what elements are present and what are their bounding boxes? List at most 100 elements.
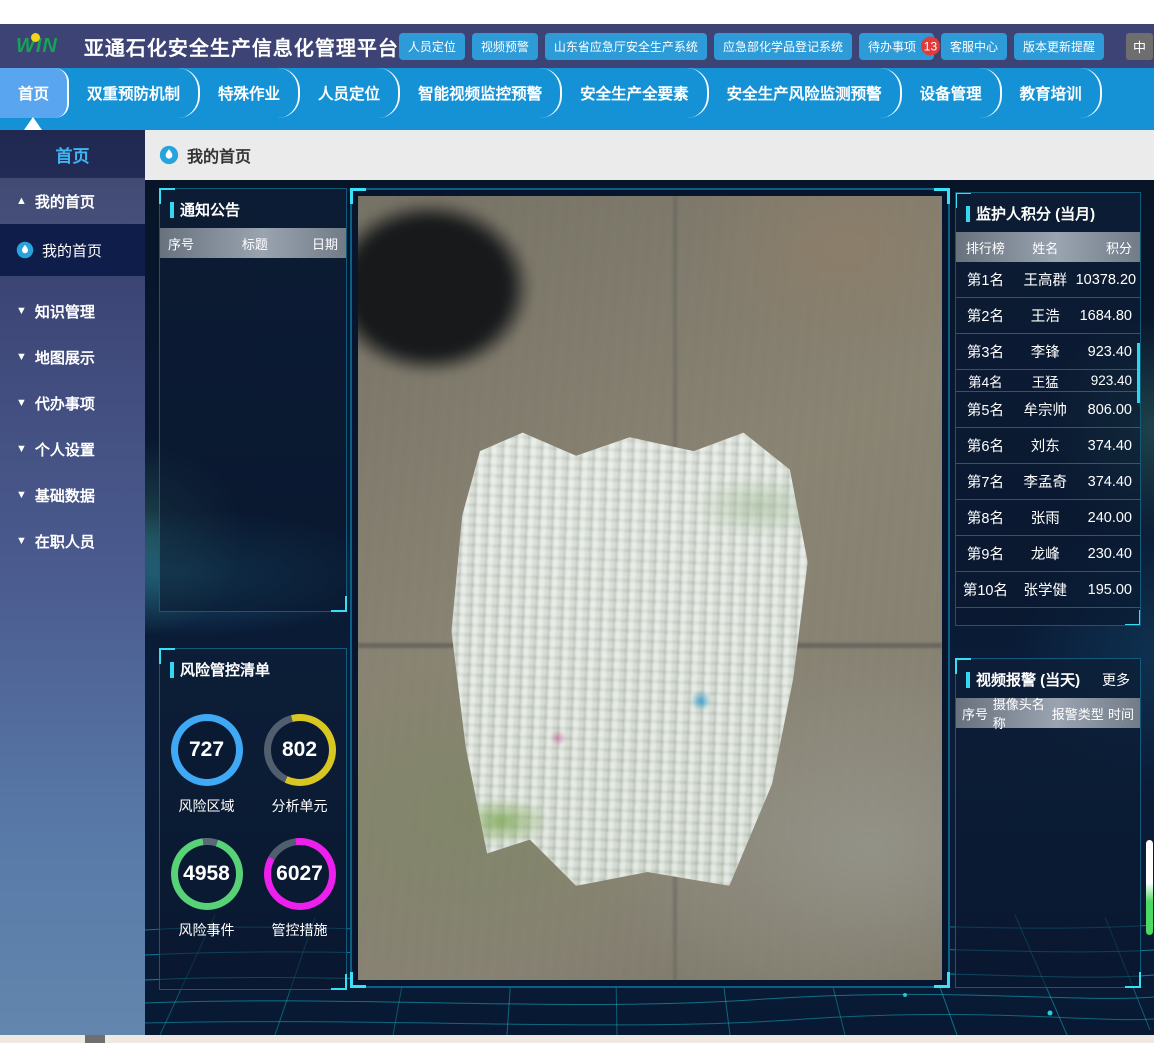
video-alert-button[interactable]: 视频预警 bbox=[472, 33, 538, 60]
risk-control-panel: 风险管控清单 727 风险区域 802 分析单元 4958 bbox=[159, 648, 347, 990]
column-header: 标题 bbox=[212, 234, 298, 253]
stat-risk-events: 4958 风险事件 bbox=[160, 838, 253, 940]
stat-ring: 4958 bbox=[171, 838, 243, 910]
collapse-arrow-icon: ▲ bbox=[16, 195, 27, 207]
rank-cell: 第8名 bbox=[956, 507, 1015, 528]
sidebar-item-map-display[interactable]: ▼ 地图展示 bbox=[0, 334, 145, 380]
app-logo: WIN bbox=[10, 35, 64, 58]
personnel-location-button[interactable]: 人员定位 bbox=[399, 33, 465, 60]
column-header: 时间 bbox=[1107, 704, 1140, 723]
score-row: 第8名 张雨 240.00 bbox=[956, 500, 1140, 536]
sidebar-item-employees[interactable]: ▼ 在职人员 bbox=[0, 518, 145, 564]
customer-service-button[interactable]: 客服中心 bbox=[941, 33, 1007, 60]
page: WIN 亚通石化安全生产信息化管理平台 人员定位 视频预警 山东省应急厅安全生产… bbox=[0, 0, 1154, 1043]
expand-arrow-icon: ▼ bbox=[16, 305, 27, 317]
stat-value: 727 bbox=[178, 721, 236, 779]
sidebar-item-label: 我的首页 bbox=[42, 240, 102, 261]
language-button[interactable]: 中 bbox=[1126, 33, 1153, 60]
score-row: 第7名 李孟奇 374.40 bbox=[956, 464, 1140, 500]
content-tab-label[interactable]: 我的首页 bbox=[187, 143, 251, 167]
sidebar-group-my-home[interactable]: ▲ 我的首页 bbox=[0, 178, 145, 224]
column-header: 排行榜 bbox=[956, 238, 1015, 257]
notice-table-header: 序号 标题 日期 bbox=[160, 228, 346, 258]
sidebar-item-my-home-active[interactable]: 我的首页 bbox=[0, 224, 145, 276]
risk-stats-grid: 727 风险区域 802 分析单元 4958 风险事件 bbox=[160, 688, 346, 940]
name-cell: 张雨 bbox=[1015, 507, 1076, 528]
nav-tab-education[interactable]: 教育培训 bbox=[1002, 68, 1102, 118]
score-row: 第10名 张学健 195.00 bbox=[956, 572, 1140, 608]
stat-label: 管控措施 bbox=[272, 920, 328, 940]
stat-ring: 6027 bbox=[264, 838, 336, 910]
sidebar-item-todo-matters[interactable]: ▼ 代办事项 bbox=[0, 380, 145, 426]
sidebar-item-basic-data[interactable]: ▼ 基础数据 bbox=[0, 472, 145, 518]
sidebar-item-label: 地图展示 bbox=[35, 347, 95, 368]
dashboard: 通知公告 序号 标题 日期 监护人积分 ( bbox=[145, 180, 1154, 1035]
expand-arrow-icon: ▼ bbox=[16, 489, 27, 501]
score-cell: 230.40 bbox=[1076, 546, 1140, 562]
rank-cell: 第3名 bbox=[956, 341, 1015, 362]
version-update-button[interactable]: 版本更新提醒 bbox=[1014, 33, 1104, 60]
stat-risk-areas: 727 风险区域 bbox=[160, 714, 253, 816]
sidebar-item-label: 代办事项 bbox=[35, 393, 95, 414]
rank-cell: 第2名 bbox=[956, 305, 1015, 326]
sidebar-title: 首页 bbox=[0, 130, 145, 178]
name-cell: 牟宗帅 bbox=[1015, 399, 1076, 420]
name-cell: 王高群 bbox=[1015, 269, 1076, 290]
score-cell: 10378.20 bbox=[1076, 272, 1141, 288]
score-row: 第3名 李锋 923.40 bbox=[956, 334, 1140, 370]
stat-value: 4958 bbox=[178, 845, 236, 903]
nav-tab-equipment[interactable]: 设备管理 bbox=[902, 68, 1002, 118]
horizontal-scrollbar[interactable] bbox=[0, 1035, 1154, 1043]
nav-tab-special-operations[interactable]: 特殊作业 bbox=[200, 68, 300, 118]
column-header: 日期 bbox=[298, 234, 346, 253]
satellite-map-viewport[interactable] bbox=[358, 196, 942, 980]
todo-button[interactable]: 待办事项 13 bbox=[859, 33, 934, 60]
nav-tabs: 首页 双重预防机制 特殊作业 人员定位 智能视频监控预警 安全生产全要素 安全生… bbox=[0, 68, 1154, 118]
video-table-header: 序号 摄像头名称 报警类型 时间 bbox=[956, 698, 1140, 728]
sidebar-item-label: 知识管理 bbox=[35, 301, 95, 322]
risk-panel-title: 风险管控清单 bbox=[180, 659, 336, 680]
title-accent-bar bbox=[170, 662, 174, 678]
vertical-scrollbar-thumb[interactable] bbox=[1146, 840, 1153, 935]
rank-cell: 第9名 bbox=[956, 543, 1015, 564]
notice-panel-title: 通知公告 bbox=[180, 199, 336, 220]
sidebar-item-knowledge[interactable]: ▼ 知识管理 bbox=[0, 288, 145, 334]
notice-panel: 通知公告 序号 标题 日期 bbox=[159, 188, 347, 612]
score-cell: 806.00 bbox=[1076, 402, 1140, 418]
shandong-emergency-system-button[interactable]: 山东省应急厅安全生产系统 bbox=[545, 33, 707, 60]
column-header: 姓名 bbox=[1015, 238, 1076, 257]
more-link[interactable]: 更多 bbox=[1102, 670, 1130, 690]
score-row: 第1名 王高群 10378.20 bbox=[956, 262, 1140, 298]
logo-dot-icon bbox=[31, 33, 40, 42]
nav-tab-dual-prevention[interactable]: 双重预防机制 bbox=[69, 68, 200, 118]
horizontal-scrollbar-thumb[interactable] bbox=[85, 1035, 105, 1043]
stat-label: 风险区域 bbox=[179, 796, 235, 816]
score-row: 第9名 龙峰 230.40 bbox=[956, 536, 1140, 572]
stat-control-measures: 6027 管控措施 bbox=[253, 838, 346, 940]
nav-tab-video-surveillance[interactable]: 智能视频监控预警 bbox=[400, 68, 562, 118]
nav-tab-personnel-location[interactable]: 人员定位 bbox=[300, 68, 400, 118]
stat-value: 6027 bbox=[271, 845, 329, 903]
score-cell: 923.40 bbox=[1076, 344, 1140, 360]
name-cell: 张学健 bbox=[1015, 579, 1076, 600]
expand-arrow-icon: ▼ bbox=[16, 443, 27, 455]
score-cell: 374.40 bbox=[1076, 438, 1140, 454]
rank-cell: 第4名 bbox=[956, 371, 1015, 391]
chemical-registration-system-button[interactable]: 应急部化学品登记系统 bbox=[714, 33, 852, 60]
nav-tab-risk-monitoring[interactable]: 安全生产风险监测预警 bbox=[709, 68, 902, 118]
score-cell: 1684.80 bbox=[1076, 308, 1140, 324]
score-cell: 195.00 bbox=[1076, 582, 1140, 598]
column-header: 序号 bbox=[956, 704, 993, 723]
map-frame bbox=[350, 188, 950, 988]
sidebar: 首页 ▲ 我的首页 我的首页 ▼ 知识管理 ▼ 地图展示 ▼ 代办事项 bbox=[0, 130, 145, 1035]
nav-tab-safety-elements[interactable]: 安全生产全要素 bbox=[562, 68, 709, 118]
sidebar-item-personal-settings[interactable]: ▼ 个人设置 bbox=[0, 426, 145, 472]
active-tab-indicator bbox=[24, 117, 42, 130]
content-tab-bar: 我的首页 bbox=[145, 130, 1154, 180]
title-accent-bar bbox=[170, 202, 174, 218]
nav-tab-home[interactable]: 首页 bbox=[0, 68, 69, 118]
score-row: 第5名 牟宗帅 806.00 bbox=[956, 392, 1140, 428]
stat-value: 802 bbox=[271, 721, 329, 779]
score-cell: 374.40 bbox=[1076, 474, 1140, 490]
sidebar-item-label: 基础数据 bbox=[35, 485, 95, 506]
